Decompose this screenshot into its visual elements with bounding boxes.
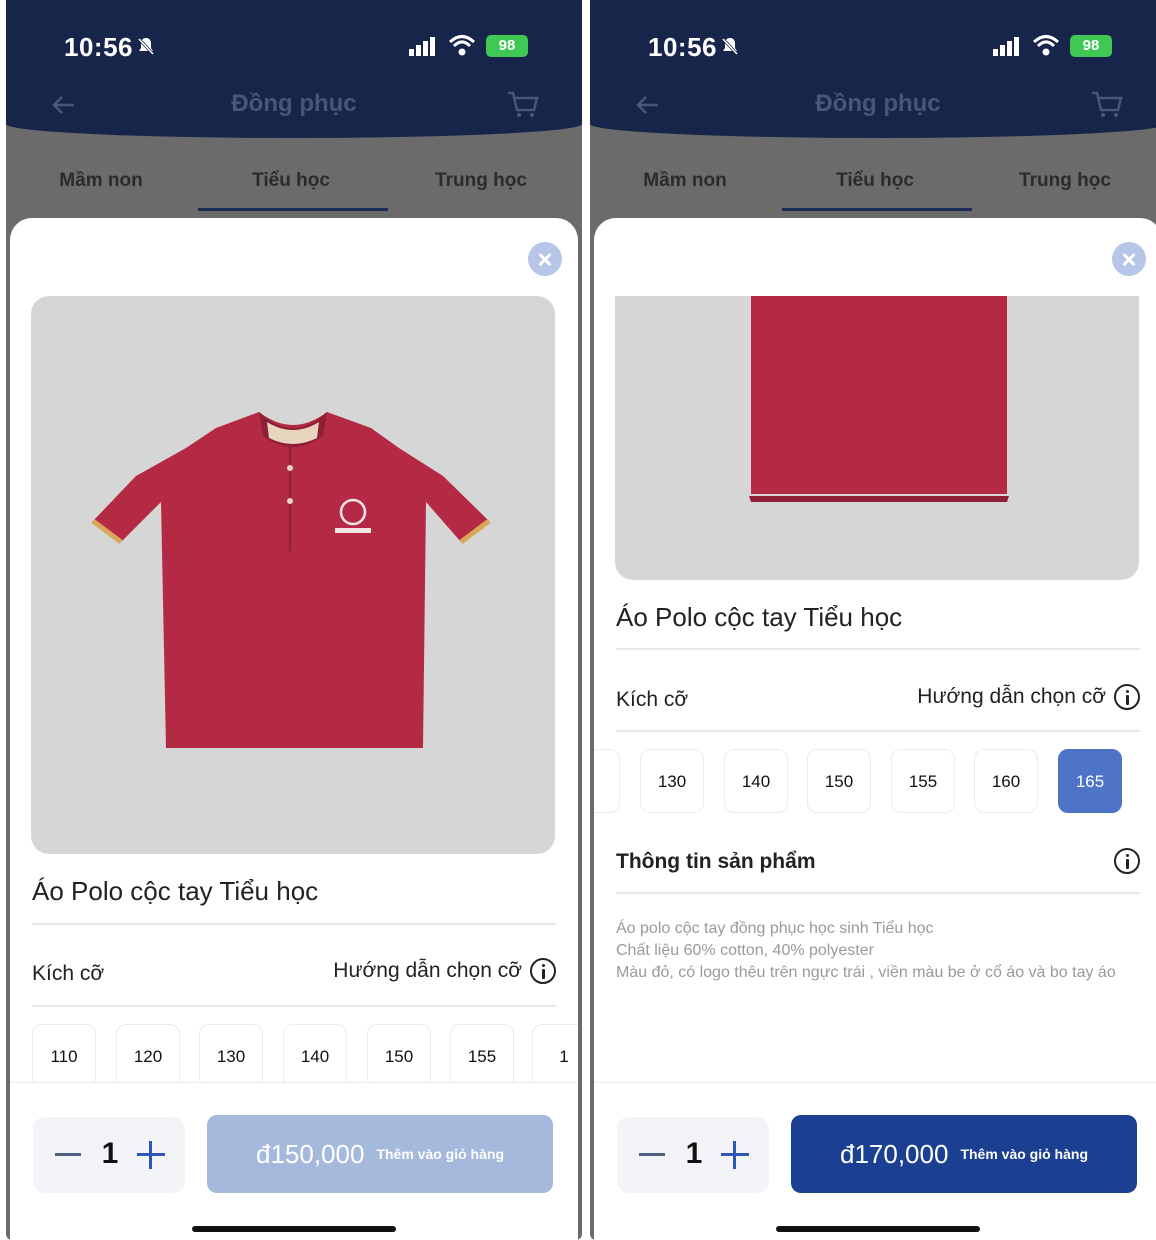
add-to-cart-label: Thêm vào giỏ hàng — [376, 1146, 505, 1162]
quantity-stepper: 1 — [33, 1117, 185, 1193]
price-label: đ170,000 — [839, 1138, 949, 1169]
size-option[interactable]: 155 — [450, 1024, 514, 1088]
battery-icon: 98 — [1070, 35, 1112, 57]
status-bar: 10:56 98 — [590, 0, 1156, 76]
active-tab-indicator — [198, 208, 388, 211]
product-sheet: Áo Polo cộc tay Tiểu học Kích cỡ Hướng d… — [594, 218, 1156, 1240]
nav-bar: Đồng phục — [6, 76, 582, 138]
info-icon — [530, 958, 556, 984]
size-option-selected[interactable]: 165 — [1058, 749, 1122, 813]
divider — [32, 1005, 556, 1007]
cellular-signal-icon — [409, 37, 435, 56]
tab-mam-non[interactable]: Mầm non — [6, 170, 196, 192]
info-icon — [1114, 684, 1140, 710]
size-label: Kích cỡ — [32, 962, 105, 985]
product-sheet: Áo Polo cộc tay Tiểu học Kích cỡ Hướng d… — [10, 218, 578, 1240]
home-indicator — [192, 1226, 396, 1232]
tab-mam-non[interactable]: Mầm non — [590, 170, 780, 192]
size-guide-link[interactable]: Hướng dẫn chọn cỡ — [333, 958, 556, 984]
nav-bar: Đồng phục — [590, 76, 1156, 138]
cart-icon[interactable] — [506, 88, 540, 120]
product-name: Áo Polo cộc tay Tiểu học — [616, 602, 903, 632]
size-option[interactable]: 130 — [199, 1024, 263, 1088]
description-line: Áo polo cộc tay đồng phục học sinh Tiểu … — [616, 920, 934, 937]
size-option[interactable]: 120 — [116, 1024, 180, 1088]
polo-shirt-image — [749, 296, 1009, 502]
bell-slash-icon — [721, 37, 739, 56]
tab-tieu-hoc[interactable]: Tiểu học — [196, 170, 386, 192]
plus-icon[interactable] — [721, 1141, 749, 1169]
size-option[interactable]: 150 — [367, 1024, 431, 1088]
tab-trung-hoc[interactable]: Trung học — [386, 170, 576, 192]
bell-slash-icon — [137, 37, 155, 56]
size-option[interactable]: 1 — [532, 1024, 578, 1088]
add-to-cart-button[interactable]: đ150,000 Thêm vào giỏ hàng — [207, 1115, 553, 1193]
comparison-stage: 10:56 98 Đồng phục Mầm non Tiểu học Trun… — [0, 0, 1156, 1240]
page-title: Đồng phục — [815, 90, 941, 117]
size-option[interactable]: 140 — [724, 749, 788, 813]
divider — [616, 648, 1140, 650]
product-description: Áo polo cộc tay đồng phục học sinh Tiểu … — [616, 918, 1140, 984]
size-guide-label: Hướng dẫn chọn cỡ — [333, 959, 522, 982]
add-to-cart-button[interactable]: đ170,000 Thêm vào giỏ hàng — [791, 1115, 1137, 1193]
tab-tieu-hoc[interactable]: Tiểu học — [780, 170, 970, 192]
home-indicator — [776, 1226, 980, 1232]
size-option[interactable]: 140 — [283, 1024, 347, 1088]
divider — [616, 892, 1140, 894]
product-name: Áo Polo cộc tay Tiểu học — [32, 876, 319, 906]
size-options: 130 140 150 155 160 165 — [594, 749, 1156, 819]
wifi-icon — [448, 35, 476, 56]
description-line: Màu đỏ, có logo thêu trên ngực trái , vi… — [616, 964, 1116, 981]
minus-icon[interactable] — [55, 1153, 81, 1156]
active-tab-indicator — [782, 208, 972, 211]
product-info-title: Thông tin sản phẩm — [616, 850, 816, 873]
polo-shirt-image — [91, 412, 491, 748]
status-time: 10:56 — [648, 32, 717, 62]
status-time: 10:56 — [64, 32, 133, 62]
size-option-partial[interactable] — [594, 749, 620, 813]
cellular-signal-icon — [993, 37, 1019, 56]
size-label: Kích cỡ — [616, 688, 689, 711]
minus-icon[interactable] — [639, 1153, 665, 1156]
size-guide-link[interactable]: Hướng dẫn chọn cỡ — [917, 684, 1140, 710]
quantity-value: 1 — [685, 1137, 703, 1170]
add-to-cart-label: Thêm vào giỏ hàng — [960, 1146, 1089, 1162]
wifi-icon — [1032, 35, 1060, 56]
plus-icon[interactable] — [137, 1141, 165, 1169]
size-guide-label: Hướng dẫn chọn cỡ — [917, 685, 1106, 708]
price-label: đ150,000 — [255, 1138, 365, 1169]
quantity-stepper: 1 — [617, 1117, 769, 1193]
close-icon[interactable] — [528, 242, 562, 276]
battery-icon: 98 — [486, 35, 528, 57]
phone-screen-left: 10:56 98 Đồng phục Mầm non Tiểu học Trun… — [6, 0, 582, 1240]
product-image — [31, 296, 555, 854]
info-icon — [1114, 848, 1140, 874]
product-image — [615, 296, 1139, 580]
description-line: Chất liệu 60% cotton, 40% polyester — [616, 942, 874, 959]
size-option[interactable]: 150 — [807, 749, 871, 813]
size-option[interactable]: 160 — [974, 749, 1038, 813]
cart-icon[interactable] — [1090, 88, 1124, 120]
size-option[interactable]: 155 — [891, 749, 955, 813]
divider — [616, 730, 1140, 732]
cart-footer: 1 đ170,000 Thêm vào giỏ hàng — [594, 1082, 1156, 1240]
divider — [32, 923, 556, 925]
product-info-toggle[interactable] — [1114, 848, 1140, 874]
close-icon[interactable] — [1112, 242, 1146, 276]
status-bar: 10:56 98 — [6, 0, 582, 76]
cart-footer: 1 đ150,000 Thêm vào giỏ hàng — [10, 1082, 578, 1240]
category-tabs: Mầm non Tiểu học Trung học — [6, 148, 582, 214]
size-option[interactable]: 110 — [32, 1024, 96, 1088]
category-tabs: Mầm non Tiểu học Trung học — [590, 148, 1156, 214]
quantity-value: 1 — [101, 1137, 119, 1170]
page-title: Đồng phục — [231, 90, 357, 117]
phone-screen-right: 10:56 98 Đồng phục Mầm non Tiểu học Trun… — [590, 0, 1156, 1240]
tab-trung-hoc[interactable]: Trung học — [970, 170, 1156, 192]
size-option[interactable]: 130 — [640, 749, 704, 813]
